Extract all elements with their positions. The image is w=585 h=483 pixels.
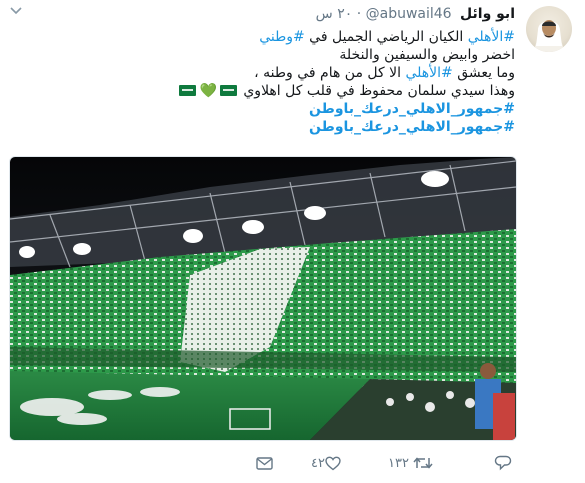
tweet-line-3-pre: وما يعشق [452, 65, 515, 81]
reply-icon [494, 455, 512, 471]
envelope-icon [256, 456, 273, 470]
chevron-down-icon[interactable] [10, 6, 22, 16]
hashtag-alahli-2[interactable]: #الأهلي [405, 65, 452, 81]
heart-icon [325, 456, 341, 470]
tweet-line-3-post: الا كل من هام في وطنه ، [254, 65, 406, 81]
tweet-line-4: وهذا سيدي سلمان محفوظ في قلب كل اهلاوي 💚 [75, 82, 515, 100]
tweet-actions: ٤٢ ١٣٢ [250, 452, 530, 474]
like-count: ٤٢ [311, 455, 325, 471]
tweet[interactable]: ابو وائل @abuwail46 · ٢٠ س #الأهلي الكيا… [0, 0, 585, 483]
retweet-button[interactable] [413, 452, 433, 474]
author-handle[interactable]: @abuwail46 [366, 6, 452, 22]
message-button[interactable] [256, 452, 273, 474]
tweet-line-4-text: وهذا سيدي سلمان محفوظ في قلب كل اهلاوي [243, 83, 515, 99]
tweet-line-1-text: الكيان الرياضي الجميل في [304, 29, 468, 45]
hashtag-jumhoor-1[interactable]: #جمهور_الاهلي_درعك_باوطن [309, 101, 515, 117]
tweet-header: ابو وائل @abuwail46 · ٢٠ س [316, 6, 515, 22]
hashtag-alahli[interactable]: #الأهلي [468, 29, 515, 45]
retweet-icon [413, 457, 433, 469]
tweet-line-2: اخضر وابيض والسيفين والنخلة [339, 47, 515, 63]
tweet-line-1: #الأهلي الكيان الرياضي الجميل في #وطني [75, 28, 515, 46]
like-button[interactable] [325, 452, 341, 474]
tweet-line-3: وما يعشق #الأهلي الا كل من هام في وطنه ، [75, 64, 515, 82]
hashtag-line-2: #جمهور_الاهلي_درعك_باوطن [75, 118, 515, 136]
saudi-flag-icon [219, 85, 237, 96]
reply-button[interactable] [494, 452, 518, 474]
hashtag-line-1: #جمهور_الاهلي_درعك_باوطن [75, 100, 515, 118]
author-name[interactable]: ابو وائل [460, 6, 515, 22]
saudi-flag-icon [179, 85, 197, 96]
stadium-photo[interactable] [9, 156, 517, 441]
tweet-text: #الأهلي الكيان الرياضي الجميل في #وطني ا… [75, 28, 515, 136]
hashtag-watani[interactable]: #وطني [259, 29, 305, 45]
green-heart-icon: 💚 [199, 83, 217, 99]
separator-dot: · [356, 6, 362, 22]
retweet-count: ١٣٢ [388, 455, 409, 471]
avatar[interactable] [526, 6, 572, 52]
timestamp[interactable]: ٢٠ س [316, 6, 353, 22]
hashtag-jumhoor-2[interactable]: #جمهور_الاهلي_درعك_باوطن [309, 119, 515, 135]
